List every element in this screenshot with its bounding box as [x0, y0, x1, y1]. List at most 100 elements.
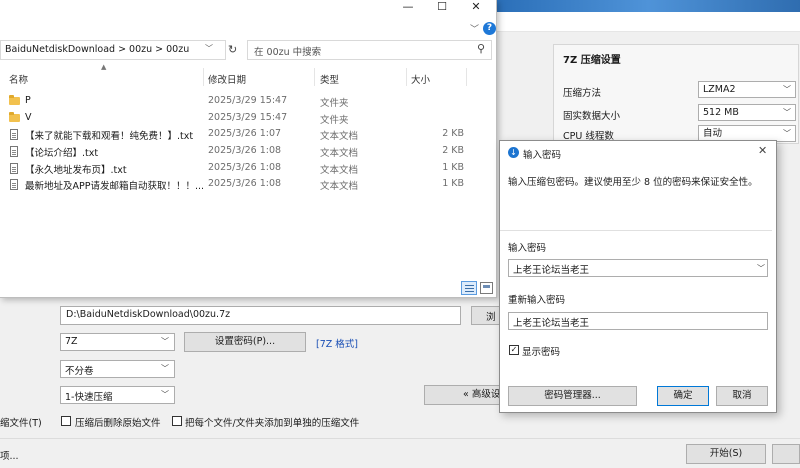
column-divider: [314, 68, 315, 86]
chevron-down-icon: ﹀: [783, 85, 791, 94]
level-select[interactable]: 1-快速压缩 ﹀: [60, 386, 175, 404]
chevron-down-icon[interactable]: ﹀: [205, 43, 213, 54]
separate-archive-checkbox[interactable]: [172, 416, 182, 426]
preview-view-icon[interactable]: [480, 282, 493, 294]
sort-arrow-icon: ▲: [101, 63, 107, 71]
item-date: 2025/3/29 15:47: [208, 112, 288, 123]
item-name: P: [25, 95, 31, 106]
dialog-divider: [500, 230, 772, 231]
level-value: 1-快速压缩: [65, 392, 113, 403]
item-date: 2025/3/26 1:08: [208, 178, 282, 189]
text-file-icon: [10, 146, 18, 157]
password-manager-button[interactable]: 密码管理器...: [508, 386, 637, 406]
repeat-password-label: 重新输入密码: [508, 295, 566, 306]
folder-icon: [9, 112, 20, 122]
dict-value: 512 MB: [703, 107, 739, 118]
column-header-name[interactable]: 名称: [9, 72, 28, 86]
method-label: 压缩方法: [563, 88, 602, 99]
ok-button[interactable]: 确定: [657, 386, 709, 406]
item-name: 最新地址及APP请发邮箱自动获取！！！...: [25, 181, 203, 192]
split-value: 不分卷: [65, 366, 94, 377]
item-type: 文本文档: [320, 181, 359, 192]
list-item[interactable]: 【来了就能下载和观看！纯免费！】.txt 2025/3/26 1:07 文本文档…: [0, 126, 497, 143]
item-type: 文本文档: [320, 165, 359, 176]
minimize-icon[interactable]: —: [391, 0, 425, 14]
cpu-value: 自动: [703, 128, 723, 139]
item-size: 2 KB: [442, 145, 464, 156]
item-type: 文件夹: [320, 98, 349, 109]
column-divider: [406, 68, 407, 86]
item-size: 1 KB: [442, 178, 464, 189]
details-view-icon[interactable]: [461, 281, 477, 295]
close-icon[interactable]: ✕: [459, 0, 493, 14]
chevron-down-icon: ﹀: [161, 337, 169, 346]
column-header-size[interactable]: 大小: [411, 72, 430, 86]
cancel-button-partial[interactable]: [772, 444, 800, 464]
format-value: 7Z: [65, 336, 78, 347]
bottom-divider: [0, 438, 800, 439]
password-input[interactable]: 上老王论坛当老王: [508, 259, 768, 277]
text-file-icon: [10, 163, 18, 174]
compression-window-titlebar: [497, 12, 800, 32]
column-header-type[interactable]: 类型: [320, 72, 339, 86]
item-type: 文件夹: [320, 115, 349, 126]
separate-archive-label: 把每个文件/文件夹添加到单独的压缩文件: [185, 418, 360, 429]
search-input[interactable]: 在 00zu 中搜索: [247, 40, 492, 60]
chevron-down-icon: ﹀: [783, 108, 791, 117]
delete-source-label: 压缩后删除原始文件: [75, 418, 161, 429]
delete-source-checkbox[interactable]: [61, 416, 71, 426]
partial-option-label: 缩文件(T): [0, 418, 42, 429]
item-type: 文本文档: [320, 131, 359, 142]
start-button[interactable]: 开始(S): [686, 444, 766, 464]
repeat-password-input[interactable]: 上老王论坛当老王: [508, 312, 768, 330]
set-password-button[interactable]: 设置密码(P)...: [184, 332, 306, 352]
column-header-date[interactable]: 修改日期: [208, 72, 246, 86]
column-divider: [466, 68, 467, 86]
advanced-button[interactable]: « 高级设: [424, 385, 502, 405]
split-select[interactable]: 不分卷 ﹀: [60, 360, 175, 378]
list-item[interactable]: 最新地址及APP请发邮箱自动获取！！！... 2025/3/26 1:08 文本…: [0, 176, 497, 193]
item-date: 2025/3/26 1:08: [208, 145, 282, 156]
background-window-edge: [497, 0, 800, 12]
column-divider: [203, 68, 204, 86]
chevron-down-icon: ﹀: [783, 129, 791, 138]
item-date: 2025/3/26 1:07: [208, 128, 282, 139]
show-password-label: 显示密码: [522, 347, 561, 358]
settings-title: 7Z 压缩设置: [563, 55, 621, 66]
item-type: 文本文档: [320, 148, 359, 159]
format-link[interactable]: [7Z 格式]: [316, 336, 358, 350]
chevron-down-icon[interactable]: ﹀: [757, 263, 765, 274]
item-name: 【来了就能下载和观看！纯免费！】.txt: [25, 131, 194, 142]
refresh-icon[interactable]: ↻: [228, 43, 237, 56]
browse-button[interactable]: 浏: [471, 306, 501, 325]
dialog-description: 输入压缩包密码。建议使用至少 8 位的密码来保证安全性。: [508, 177, 758, 188]
help-icon[interactable]: ?: [483, 22, 496, 35]
dict-label: 固实数据大小: [563, 111, 621, 122]
bottom-left-text: 项...: [0, 451, 19, 462]
download-icon: ↓: [508, 147, 519, 158]
list-item[interactable]: 【永久地址发布页】.txt 2025/3/26 1:08 文本文档 1 KB: [0, 160, 497, 177]
item-name: 【永久地址发布页】.txt: [25, 165, 127, 176]
text-file-icon: [10, 129, 18, 140]
chevron-down-icon: ﹀: [161, 364, 169, 373]
archive-path-input[interactable]: D:\BaiduNetdiskDownload\00zu.7z: [60, 306, 461, 325]
list-item[interactable]: 【论坛介绍】.txt 2025/3/26 1:08 文本文档 2 KB: [0, 143, 497, 160]
method-select[interactable]: LZMA2 ﹀: [698, 81, 796, 98]
item-size: 2 KB: [442, 128, 464, 139]
chevron-down-icon: ﹀: [161, 390, 169, 399]
text-file-icon: [10, 179, 18, 190]
format-select[interactable]: 7Z ﹀: [60, 333, 175, 351]
list-item[interactable]: P 2025/3/29 15:47 文件夹: [0, 93, 497, 110]
chevron-down-icon[interactable]: ﹀: [470, 22, 479, 35]
close-icon[interactable]: ✕: [758, 144, 767, 157]
dict-select[interactable]: 512 MB ﹀: [698, 104, 796, 121]
method-value: LZMA2: [703, 84, 736, 95]
maximize-icon[interactable]: ☐: [425, 0, 459, 14]
cancel-button[interactable]: 取消: [716, 386, 768, 406]
item-name: 【论坛介绍】.txt: [25, 148, 99, 159]
list-item[interactable]: V 2025/3/29 15:47 文件夹: [0, 110, 497, 127]
show-password-checkbox[interactable]: ✓: [509, 345, 519, 355]
address-bar[interactable]: BaiduNetdiskDownload > 00zu > 00zu: [0, 40, 226, 60]
password-label: 输入密码: [508, 243, 547, 254]
search-icon[interactable]: ⚲: [477, 42, 485, 55]
